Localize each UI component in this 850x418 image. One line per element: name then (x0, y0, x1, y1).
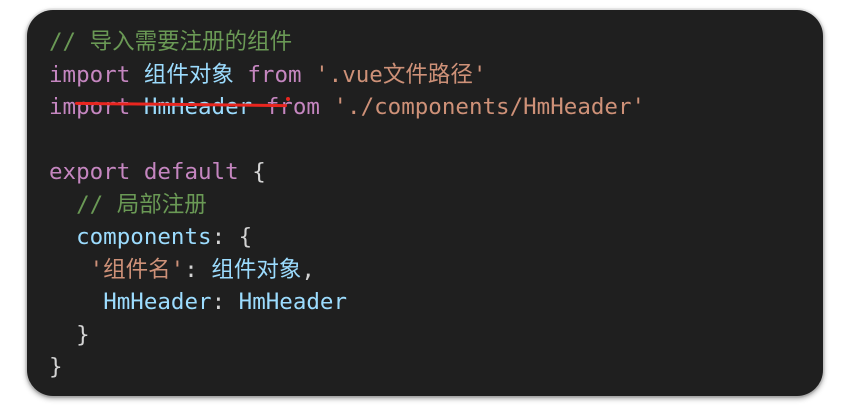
close-brace: } (49, 354, 63, 380)
code-line-2: import 组件对象 from '.vue文件路径' (49, 59, 645, 92)
identifier: components (76, 224, 212, 250)
code-line-3: import HmHeader from './components/HmHea… (49, 91, 645, 124)
code-line-7: components: { (49, 221, 645, 254)
string-literal: '组件名' (89, 256, 185, 283)
colon: : (184, 256, 198, 283)
identifier: HmHeader (143, 94, 253, 120)
colon: : (211, 289, 226, 315)
close-brace: } (76, 321, 90, 348)
comma: , (301, 256, 315, 283)
keyword-import: import (49, 61, 131, 88)
code-line-6: // 局部注册 (49, 189, 645, 222)
code-line-5: export default { (49, 156, 645, 189)
keyword-export: export (49, 159, 131, 185)
identifier: HmHeader (238, 289, 348, 315)
keyword-default: default (143, 159, 239, 185)
code-line-9: HmHeader: HmHeader (49, 286, 645, 319)
comment: // 导入需要注册的组件 (49, 29, 293, 55)
comment: // 局部注册 (76, 191, 207, 218)
keyword-import: import (49, 94, 131, 120)
identifier: 组件对象 (143, 61, 234, 88)
red-dot-annotation (286, 97, 290, 101)
colon: : (211, 224, 226, 250)
string-literal: './components/HmHeader' (333, 94, 646, 120)
code-editor-panel: // 导入需要注册的组件 import 组件对象 from '.vue文件路径' i… (27, 10, 823, 396)
identifier: HmHeader (103, 289, 212, 315)
keyword-from: from (265, 94, 320, 120)
open-brace: { (238, 224, 253, 250)
identifier: 组件对象 (211, 256, 302, 283)
code-line-8: '组件名': 组件对象, (49, 254, 645, 287)
code-line-1: // 导入需要注册的组件 (49, 26, 645, 59)
code-line-10: } (49, 319, 645, 352)
code-block: // 导入需要注册的组件 import 组件对象 from '.vue文件路径' i… (49, 26, 645, 384)
keyword-from: from (247, 61, 302, 88)
code-line-11: } (49, 351, 645, 384)
open-brace: { (252, 159, 266, 185)
string-literal: '.vue文件路径' (315, 61, 487, 88)
